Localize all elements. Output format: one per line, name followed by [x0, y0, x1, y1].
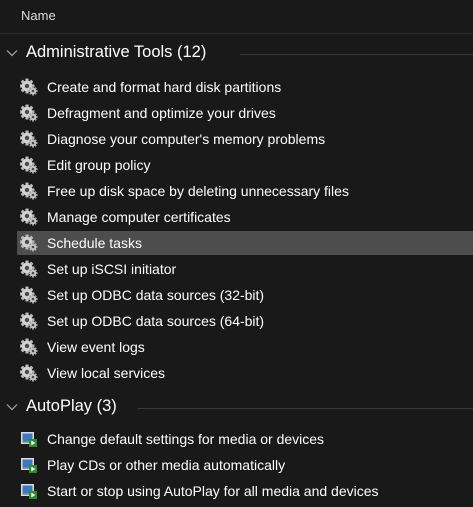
gear-icon: [20, 286, 38, 304]
gear-icon: [20, 78, 38, 96]
group-divider: [240, 54, 473, 55]
chevron-down-icon[interactable]: [6, 401, 18, 413]
gear-icon: [20, 260, 38, 278]
list-item-label: Start or stop using AutoPlay for all med…: [47, 483, 379, 499]
list-item[interactable]: Change default settings for media or dev…: [17, 427, 473, 451]
gear-icon: [20, 234, 38, 252]
list-item[interactable]: View event logs: [17, 335, 473, 359]
column-header[interactable]: Name: [0, 0, 473, 34]
list-item[interactable]: Set up iSCSI initiator: [17, 257, 473, 281]
group-title: AutoPlay (3): [26, 397, 117, 415]
list-item-label: Diagnose your computer's memory problems: [47, 131, 326, 147]
list-item-label: Schedule tasks: [47, 235, 142, 251]
gear-icon: [20, 130, 38, 148]
list-item-label: Edit group policy: [47, 157, 151, 173]
list-item[interactable]: Set up ODBC data sources (64-bit): [17, 309, 473, 333]
list-item[interactable]: Free up disk space by deleting unnecessa…: [17, 179, 473, 203]
list-item-label: Play CDs or other media automatically: [47, 457, 286, 473]
list-item-label: Free up disk space by deleting unnecessa…: [47, 183, 349, 199]
list-item[interactable]: Edit group policy: [17, 153, 473, 177]
gear-icon: [20, 104, 38, 122]
list-item[interactable]: Diagnose your computer's memory problems: [17, 127, 473, 151]
list-item-label: Set up ODBC data sources (32-bit): [47, 287, 265, 303]
list-item-label: Set up ODBC data sources (64-bit): [47, 313, 265, 329]
list-item-label: Set up iSCSI initiator: [47, 261, 177, 277]
gear-icon: [20, 208, 38, 226]
list-item[interactable]: Defragment and optimize your drives: [17, 101, 473, 125]
group-header-autoplay[interactable]: AutoPlay (3): [0, 396, 473, 420]
chevron-down-icon[interactable]: [6, 47, 18, 59]
list-item-label: Defragment and optimize your drives: [47, 105, 276, 121]
list-item[interactable]: Set up ODBC data sources (32-bit): [17, 283, 473, 307]
list-item-label: Change default settings for media or dev…: [47, 431, 325, 447]
list-item-selected[interactable]: Schedule tasks: [17, 231, 473, 255]
autoplay-icon: [20, 430, 38, 448]
list-item[interactable]: Create and format hard disk partitions: [17, 75, 473, 99]
group-divider: [138, 408, 473, 409]
list-item-label: Create and format hard disk partitions: [47, 79, 282, 95]
group-header-administrative-tools[interactable]: Administrative Tools (12): [0, 42, 473, 66]
list-item[interactable]: Start or stop using AutoPlay for all med…: [17, 479, 473, 503]
list-item-label: View event logs: [47, 339, 145, 355]
list-item-label: View local services: [47, 365, 166, 381]
gear-icon: [20, 156, 38, 174]
name-column-label[interactable]: Name: [21, 8, 56, 23]
gear-icon: [20, 364, 38, 382]
gear-icon: [20, 312, 38, 330]
list-item-label: Manage computer certificates: [47, 209, 231, 225]
gear-icon: [20, 338, 38, 356]
list-item[interactable]: View local services: [17, 361, 473, 385]
group-title: Administrative Tools (12): [26, 43, 207, 61]
list-item[interactable]: Manage computer certificates: [17, 205, 473, 229]
autoplay-icon: [20, 482, 38, 500]
gear-icon: [20, 182, 38, 200]
autoplay-icon: [20, 456, 38, 474]
list-item[interactable]: Play CDs or other media automatically: [17, 453, 473, 477]
